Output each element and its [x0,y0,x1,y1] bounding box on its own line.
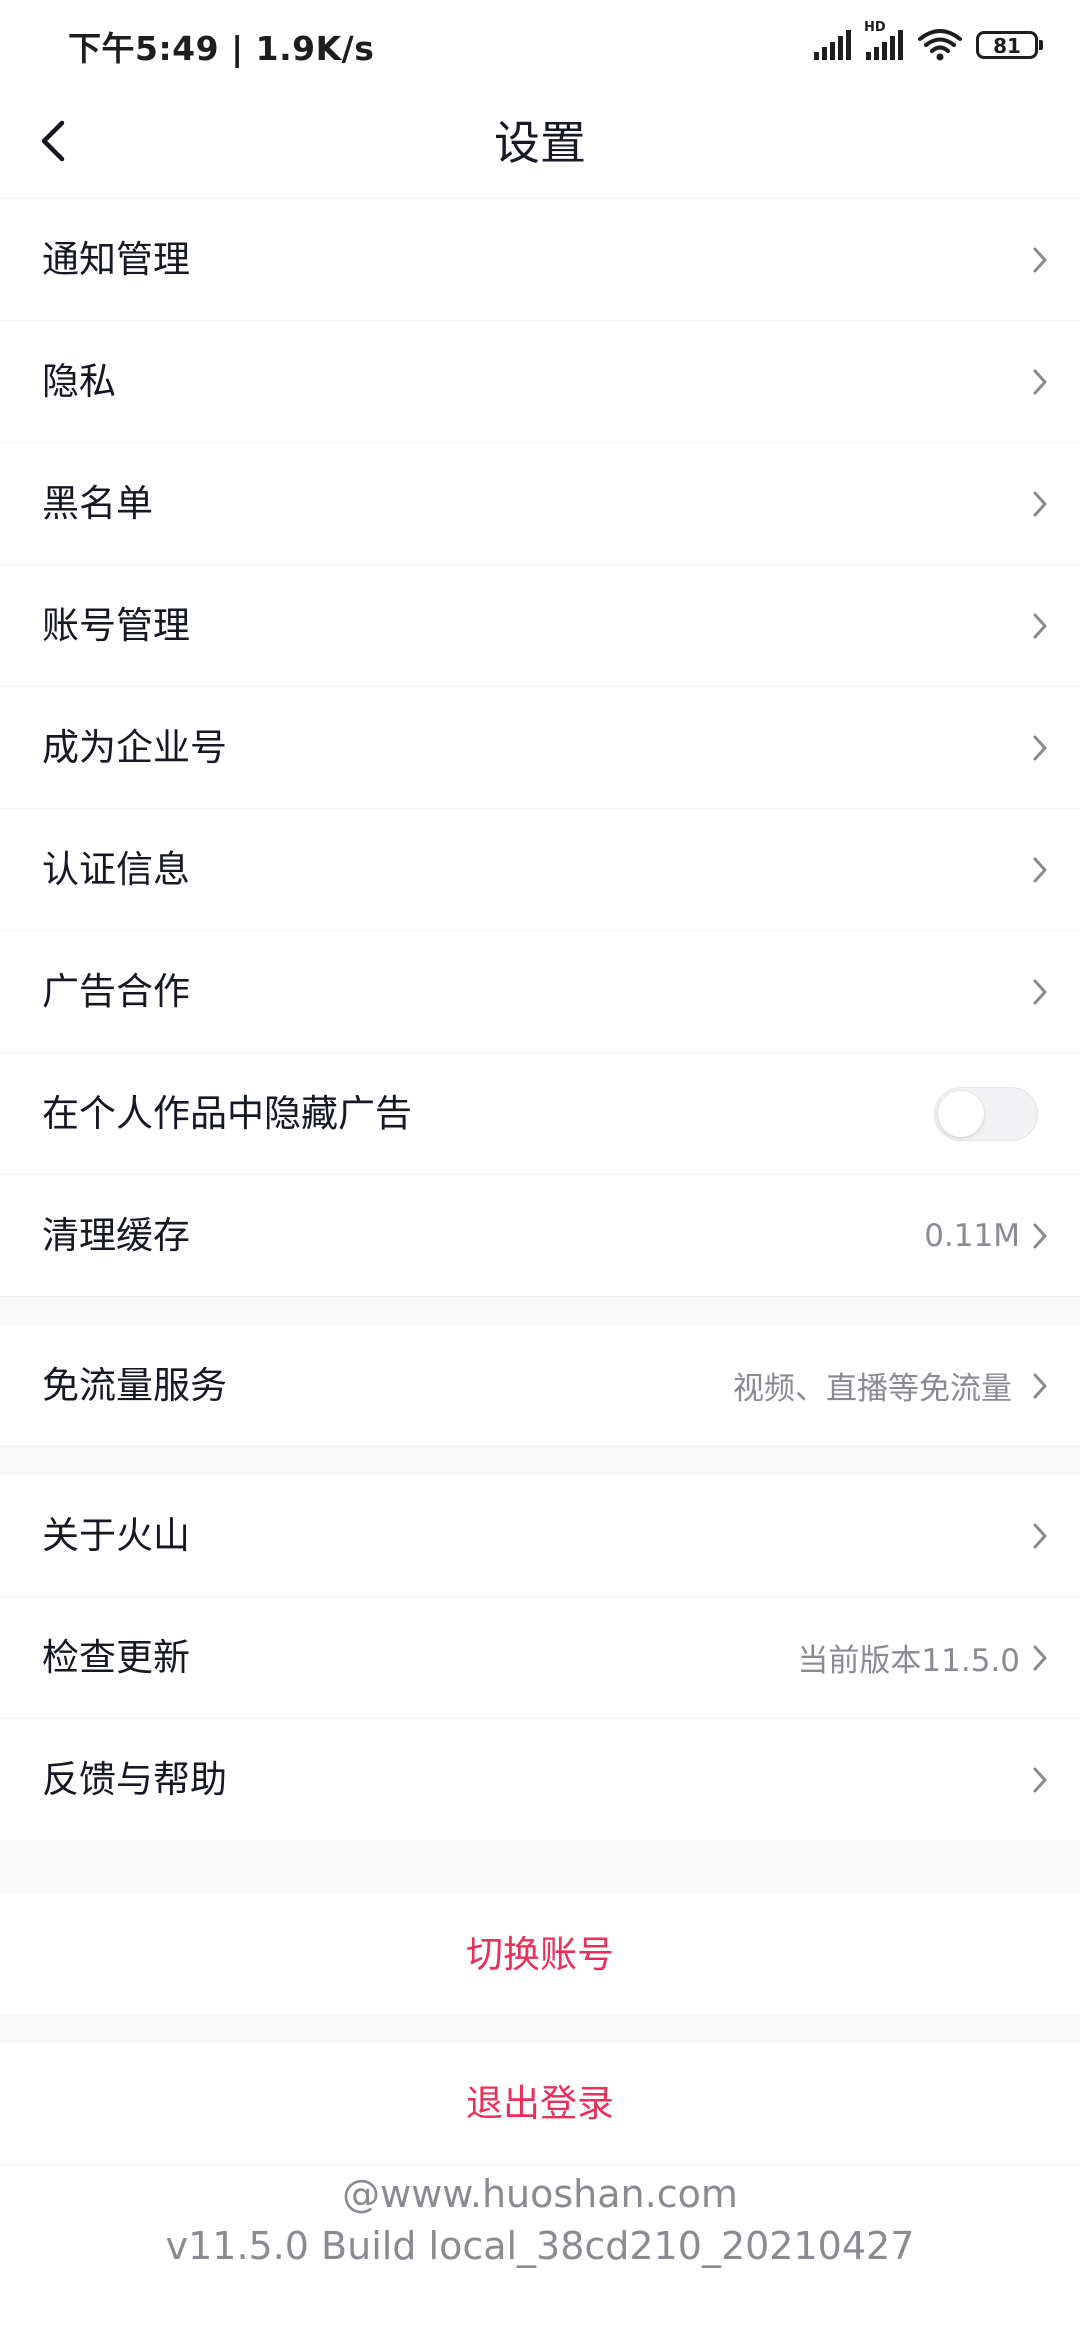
chevron-left-icon [38,119,68,167]
row-right [1030,1475,1050,1596]
settings-row-notification[interactable]: 通知管理 [0,199,1080,321]
row-right: 当前版本11.5.0 [797,1597,1050,1718]
row-right [1030,931,1050,1052]
signal-hd-icon: HD [864,20,904,60]
nav-bar: 设置 [0,88,1080,199]
chevron-right-icon [1030,1371,1050,1401]
footer: @www.huoshan.com v11.5.0 Build local_38c… [0,2168,1080,2272]
chevron-right-icon [1030,489,1050,519]
row-right [1030,1719,1050,1840]
row-right [1030,565,1050,686]
settings-row-feedback[interactable]: 反馈与帮助 [0,1719,1080,1840]
hd-label: HD [864,20,886,35]
row-right: 视频、直播等免流量 [733,1325,1050,1446]
chevron-right-icon [1030,733,1050,763]
battery-icon: 81 [976,31,1043,59]
chevron-right-icon [1030,611,1050,641]
toggle-knob [938,1090,984,1137]
settings-row-verification[interactable]: 认证信息 [0,809,1080,931]
section-divider [0,1840,1080,1894]
row-right [1030,687,1050,808]
row-label: 反馈与帮助 [42,1758,227,1801]
chevron-right-icon [1030,1765,1050,1795]
battery-level: 81 [993,34,1021,58]
row-label: 广告合作 [42,970,190,1013]
row-label: 隐私 [42,360,116,403]
status-icons: HD 81 [812,20,1043,66]
chevron-right-icon [1030,367,1050,397]
settings-row-about[interactable]: 关于火山 [0,1475,1080,1597]
row-right [1030,321,1050,442]
settings-row-check-update[interactable]: 检查更新 当前版本11.5.0 [0,1597,1080,1719]
settings-row-privacy[interactable]: 隐私 [0,321,1080,443]
current-version: 当前版本11.5.0 [797,1643,1020,1679]
chevron-right-icon [1030,1643,1050,1673]
section-divider [0,1447,1080,1475]
settings-row-blacklist[interactable]: 黑名单 [0,443,1080,565]
settings-row-clear-cache[interactable]: 清理缓存 0.11M [0,1175,1080,1297]
chevron-right-icon [1030,1521,1050,1551]
row-label: 清理缓存 [42,1214,190,1257]
settings-row-enterprise[interactable]: 成为企业号 [0,687,1080,809]
row-label: 账号管理 [42,604,190,647]
page-title: 设置 [494,116,586,170]
chevron-right-icon [1030,977,1050,1007]
free-data-description: 视频、直播等免流量 [733,1371,1012,1407]
settings-row-free-data[interactable]: 免流量服务 视频、直播等免流量 [0,1325,1080,1447]
row-label: 黑名单 [42,482,153,525]
settings-list: 通知管理 隐私 黑名单 账号管理 成为企业号 认证信息 广告合作 在个人作品中隐… [0,199,1080,2165]
row-label: 检查更新 [42,1636,190,1679]
back-button[interactable] [20,110,86,176]
settings-row-account[interactable]: 账号管理 [0,565,1080,687]
row-right: 0.11M [924,1175,1050,1296]
row-right [1030,809,1050,930]
row-label: 认证信息 [42,848,190,891]
row-right [1030,199,1050,320]
status-bar: 下午5:49 | 1.9K/s HD 81 [0,0,1080,88]
row-label: 关于火山 [42,1514,190,1557]
signal-icon [812,30,852,60]
row-label: 在个人作品中隐藏广告 [42,1092,412,1135]
section-divider [0,1297,1080,1325]
hide-ads-toggle[interactable] [934,1086,1038,1141]
row-right [1030,443,1050,564]
footer-build: v11.5.0 Build local_38cd210_20210427 [165,2224,915,2268]
chevron-right-icon [1030,855,1050,885]
footer-site: @www.huoshan.com [342,2172,738,2216]
settings-row-hide-ads: 在个人作品中隐藏广告 [0,1053,1080,1175]
chevron-right-icon [1030,245,1050,275]
row-label: 免流量服务 [42,1364,227,1407]
status-time: 下午5:49 | 1.9K/s [68,29,375,68]
chevron-right-icon [1030,1221,1050,1251]
cache-size: 0.11M [924,1217,1020,1254]
settings-row-ad-cooperation[interactable]: 广告合作 [0,931,1080,1053]
row-label: 通知管理 [42,238,190,281]
wifi-icon [918,28,962,62]
logout-button[interactable]: 退出登录 [0,2043,1080,2165]
section-divider [0,2015,1080,2043]
switch-account-button[interactable]: 切换账号 [0,1894,1080,2015]
row-label: 成为企业号 [42,726,227,769]
row-right [934,1053,1050,1174]
